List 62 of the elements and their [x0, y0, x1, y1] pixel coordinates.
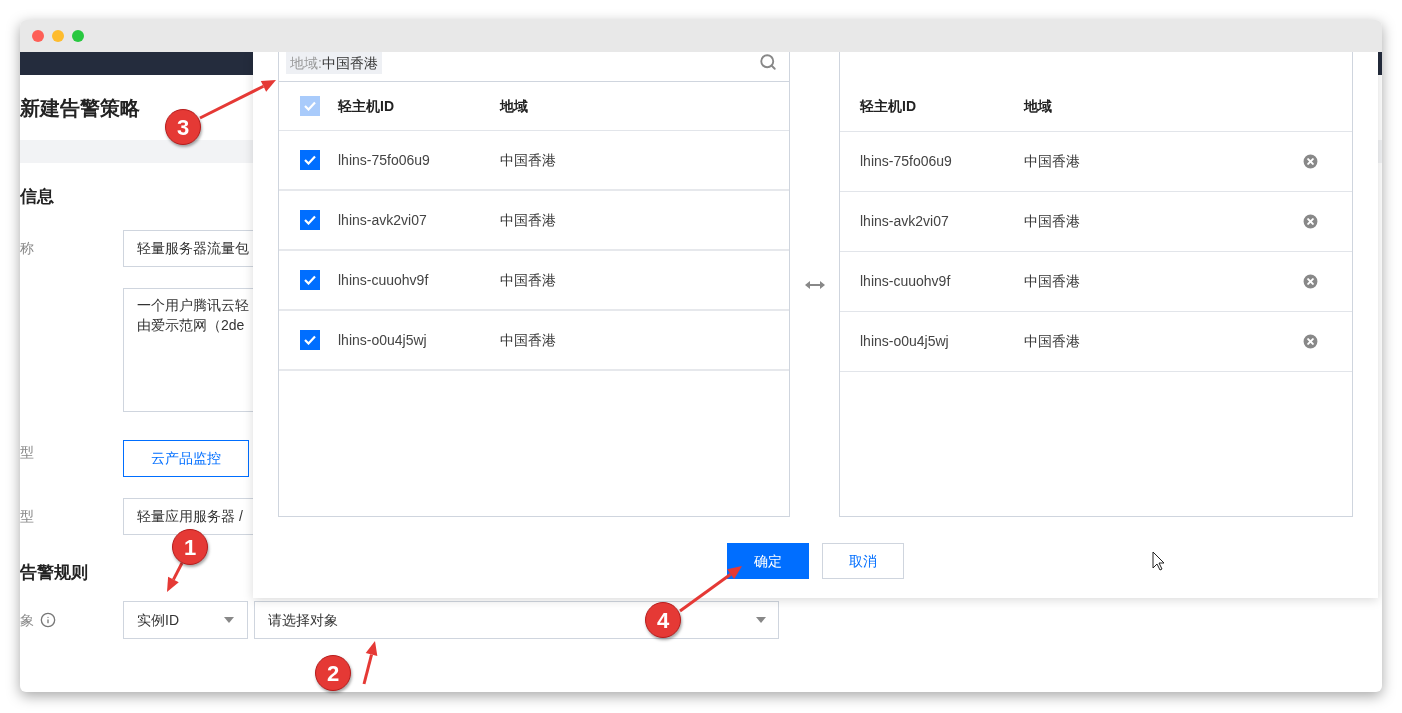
field-label: 象	[20, 610, 34, 630]
instance-id: lhins-cuuohv9f	[338, 270, 430, 290]
table-row[interactable]: lhins-cuuohv9f 中国香港	[279, 251, 789, 311]
object-type-select[interactable]: 实例ID	[123, 601, 248, 639]
check-icon	[304, 155, 316, 165]
remove-icon[interactable]	[1301, 272, 1320, 291]
section-heading: 信息	[20, 186, 54, 209]
remove-icon[interactable]	[1301, 212, 1320, 231]
page-title: 新建告警策略	[20, 97, 140, 118]
close-window-button[interactable]	[32, 30, 44, 42]
region-text: 中国香港	[500, 150, 556, 170]
field-label: 型	[20, 443, 35, 462]
remove-icon[interactable]	[1301, 152, 1320, 171]
table-row[interactable]: lhins-o0u4j5wj 中国香港	[279, 311, 789, 371]
table-row[interactable]: lhins-75fo06u9 中国香港	[279, 131, 789, 191]
checkbox[interactable]	[300, 150, 320, 170]
section-heading: 告警规则	[20, 562, 88, 585]
maximize-window-button[interactable]	[72, 30, 84, 42]
instance-id: lhins-75fo06u9	[338, 150, 431, 170]
cancel-button[interactable]: 取消	[822, 543, 904, 579]
column-header: 地域	[500, 96, 528, 116]
instance-id: lhins-o0u4j5wj	[860, 332, 950, 351]
instance-id: lhins-cuuohv9f	[860, 272, 952, 291]
region-text: 中国香港	[500, 330, 556, 350]
annotation-arrow	[679, 566, 742, 613]
instance-id: lhins-75fo06u9	[860, 152, 953, 171]
region-text: 中国香港	[500, 210, 556, 230]
region-text: 中国香港	[500, 270, 556, 290]
column-header: 轻主机ID	[860, 97, 917, 116]
checkbox[interactable]	[300, 270, 320, 290]
checkbox[interactable]	[300, 330, 320, 350]
annotation-arrow	[362, 641, 378, 685]
cursor-icon	[1152, 551, 1165, 571]
check-icon	[304, 335, 316, 345]
transfer-icon	[804, 280, 825, 289]
field-label: 称	[20, 239, 35, 258]
remove-icon[interactable]	[1301, 332, 1320, 351]
instance-id: lhins-avk2vi07	[338, 210, 428, 230]
region-text: 中国香港	[1024, 212, 1081, 231]
caret-icon	[224, 617, 234, 623]
instance-id: lhins-avk2vi07	[860, 212, 950, 231]
table-row[interactable]: lhins-avk2vi07 中国香港	[279, 191, 789, 251]
confirm-button[interactable]: 确定	[727, 543, 809, 579]
checkbox[interactable]	[300, 96, 320, 116]
region-text: 中国香港	[1024, 272, 1081, 291]
field-label: 型	[20, 507, 35, 526]
annotation-arrow	[167, 562, 184, 592]
instance-id: lhins-o0u4j5wj	[338, 330, 428, 350]
column-header: 轻主机ID	[338, 96, 395, 116]
caret-icon	[756, 617, 766, 623]
policy-type-button[interactable]: 云产品监控	[123, 440, 249, 477]
check-icon	[304, 215, 316, 225]
search-icon[interactable]	[759, 53, 777, 71]
check-icon	[304, 275, 316, 285]
region-text: 中国香港	[1024, 152, 1081, 171]
search-field[interactable]: 地域:中国香港	[279, 52, 789, 82]
filter-tag[interactable]: 地域:中国香港	[286, 52, 382, 74]
checkbox[interactable]	[300, 210, 320, 230]
check-icon	[304, 101, 316, 111]
column-header: 地域	[1024, 97, 1052, 116]
info-icon[interactable]	[40, 612, 56, 628]
region-text: 中国香港	[1024, 332, 1081, 351]
